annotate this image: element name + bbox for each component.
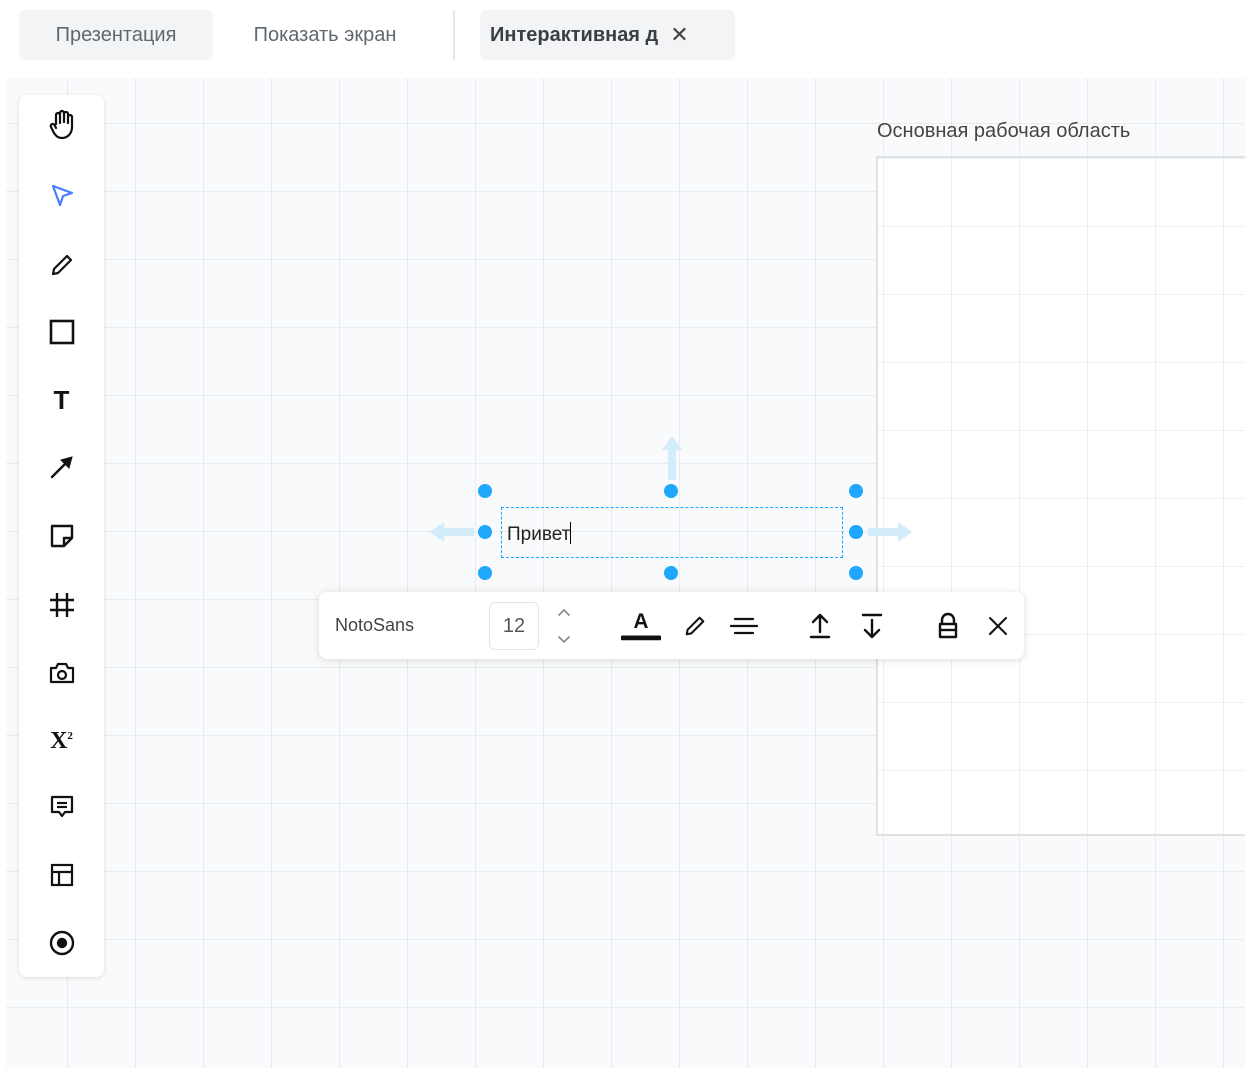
arrow-tool-button[interactable]	[19, 447, 104, 487]
comment-icon	[50, 795, 73, 818]
hand-tool-button[interactable]	[19, 105, 104, 145]
text-color-icon: A	[621, 610, 661, 641]
resize-handle-bottom-left[interactable]	[478, 566, 492, 580]
template-icon	[50, 863, 73, 887]
move-right-hint-icon	[868, 522, 912, 542]
text-color-button[interactable]: A	[621, 606, 661, 646]
resize-handle-top[interactable]	[664, 484, 678, 498]
sticky-note-tool-button[interactable]	[19, 516, 104, 556]
resize-handle-top-right[interactable]	[849, 484, 863, 498]
select-tool-button[interactable]	[19, 175, 104, 215]
bring-forward-icon	[809, 613, 831, 639]
resize-handle-bottom-right[interactable]	[849, 566, 863, 580]
bring-forward-button[interactable]	[800, 606, 840, 646]
template-tool-button[interactable]	[19, 855, 104, 895]
move-up-hint-icon	[662, 436, 682, 480]
svg-text:A: A	[633, 610, 648, 633]
text-box-editing[interactable]: Привет	[501, 507, 843, 558]
text-box-content: Привет	[507, 524, 571, 545]
select-pointer-icon	[51, 184, 73, 207]
rectangle-tool-button[interactable]	[19, 312, 104, 352]
resize-handle-left[interactable]	[478, 525, 492, 539]
text-icon: T	[53, 384, 70, 415]
arrow-icon	[50, 456, 73, 479]
top-tab-bar: Презентация Показать экран Интерактивная…	[0, 0, 1245, 78]
rectangle-icon	[49, 319, 74, 345]
lock-button[interactable]	[928, 606, 968, 646]
close-icon[interactable]: ✕	[670, 24, 688, 46]
screenshot-tool-button[interactable]	[19, 653, 104, 693]
send-backward-button[interactable]	[852, 606, 892, 646]
pencil-tool-button[interactable]	[19, 245, 104, 285]
resize-handle-top-left[interactable]	[478, 484, 492, 498]
comment-tool-button[interactable]	[19, 787, 104, 827]
tab-show-screen[interactable]: Показать экран	[225, 10, 425, 60]
frame-tool-button[interactable]	[19, 585, 104, 625]
strikethrough-button[interactable]	[724, 606, 764, 646]
close-toolbar-button[interactable]	[978, 606, 1018, 646]
left-toolbar: T X2	[19, 95, 104, 977]
resize-handle-right[interactable]	[849, 525, 863, 539]
record-tool-button[interactable]	[19, 923, 104, 963]
text-caret	[570, 522, 572, 544]
formula-icon: X2	[50, 727, 73, 754]
camera-icon	[49, 662, 74, 684]
resize-handle-bottom[interactable]	[664, 566, 678, 580]
hand-icon	[49, 109, 73, 140]
font-size-input[interactable]: 12	[489, 602, 539, 650]
workspace-label: Основная рабочая область	[877, 120, 1131, 142]
tab-interactive-board-label: Интерактивная д	[490, 23, 659, 46]
record-icon	[49, 930, 74, 956]
main-workspace-frame[interactable]	[876, 156, 1245, 836]
pencil-icon	[51, 254, 72, 276]
tab-interactive-board[interactable]: Интерактивная д ✕	[480, 10, 735, 60]
tab-divider	[453, 10, 455, 60]
font-size-stepper-icon[interactable]	[557, 606, 571, 646]
font-family-select[interactable]: NotoSans	[335, 615, 414, 636]
text-tool-button[interactable]: T	[19, 380, 104, 420]
strikethrough-icon	[730, 617, 758, 635]
move-left-hint-icon	[430, 522, 474, 542]
highlight-button[interactable]	[675, 606, 715, 646]
lock-icon	[938, 612, 958, 639]
sticky-note-icon	[50, 524, 73, 548]
tab-presentation[interactable]: Презентация	[19, 10, 213, 60]
pencil-icon	[685, 616, 705, 636]
frame-icon	[49, 593, 74, 617]
formula-tool-button[interactable]: X2	[19, 721, 104, 761]
text-format-toolbar: NotoSans 12 A	[319, 592, 1024, 659]
send-backward-icon	[861, 613, 883, 639]
close-icon	[989, 617, 1007, 635]
